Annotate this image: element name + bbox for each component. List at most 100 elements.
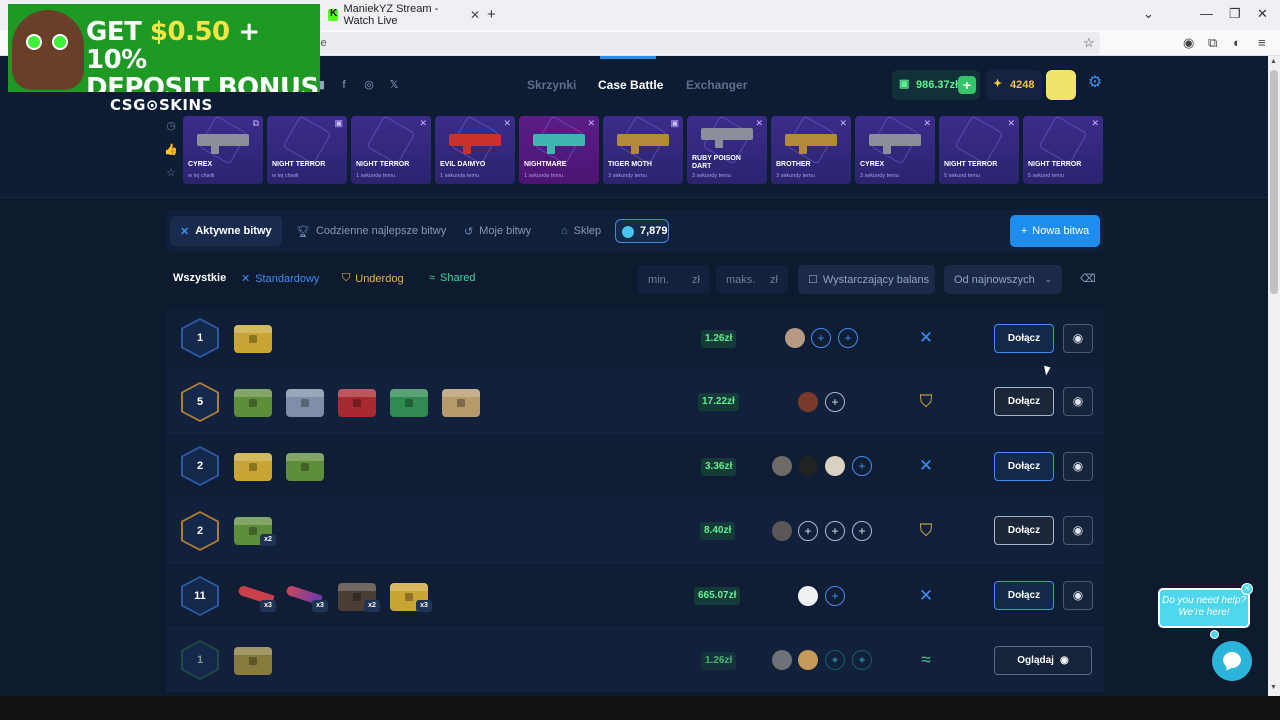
player-avatar bbox=[798, 650, 818, 670]
help-bubble[interactable]: Do you need help? We're here! bbox=[1158, 588, 1250, 628]
watch-battle-button[interactable]: Oglądaj ◉ bbox=[994, 646, 1092, 675]
promo-banner[interactable]: GET $0.50 + 10% DEPOSIT BONUS bbox=[8, 4, 320, 92]
clear-filters-eraser-icon[interactable]: ⌫ bbox=[1080, 272, 1096, 285]
user-avatar[interactable] bbox=[1046, 70, 1076, 100]
nav-case-battle[interactable]: Case Battle bbox=[598, 78, 663, 92]
url-bar[interactable]: le bbox=[300, 32, 1100, 54]
join-slot-button[interactable]: + bbox=[852, 456, 872, 476]
toggle-label: Wystarczający balans bbox=[822, 273, 930, 286]
sort-dropdown[interactable]: Od najnowszych ⌄ bbox=[944, 265, 1062, 294]
help-line1: Do you need help? bbox=[1162, 595, 1246, 606]
watch-eye-icon[interactable]: ◉ bbox=[1063, 581, 1093, 610]
item-multiplier: x3 bbox=[312, 600, 328, 612]
drop-card[interactable]: ✕ NIGHT TERROR 1 sekundę temu bbox=[351, 116, 431, 184]
filter-all[interactable]: Wszystkie bbox=[173, 272, 226, 284]
level-value: 1 bbox=[196, 654, 204, 666]
drop-name: NIGHT TERROR bbox=[944, 161, 998, 168]
tab-my-battles[interactable]: ↺ Moje bitwy bbox=[464, 216, 531, 246]
drop-card[interactable]: ✕ CYREX 3 sekundy temu bbox=[855, 116, 935, 184]
drop-name: NIGHTMARE bbox=[524, 161, 567, 168]
drop-time: 3 sekundy temu bbox=[776, 173, 815, 179]
filter-underdog[interactable]: ⛉ Underdog bbox=[342, 272, 404, 285]
plus-icon: + bbox=[1020, 225, 1028, 237]
x-twitter-icon[interactable]: 𝕏 bbox=[386, 77, 402, 93]
thumbs-up-icon[interactable]: 👍 bbox=[164, 143, 178, 157]
drop-time: 3 sekundy temu bbox=[860, 173, 899, 179]
drop-time: 1 sekundę temu bbox=[524, 173, 564, 179]
facebook-icon[interactable]: f bbox=[336, 77, 352, 93]
join-slot-button[interactable]: + bbox=[852, 521, 872, 541]
bookmark-star-icon[interactable]: ☆ bbox=[1083, 35, 1095, 51]
join-slot-button[interactable]: + bbox=[838, 328, 858, 348]
close-tab-icon[interactable]: ✕ bbox=[470, 8, 480, 22]
minimize-icon[interactable]: — bbox=[1200, 6, 1213, 21]
menu-icon[interactable]: ≡ bbox=[1258, 35, 1266, 50]
gems-balance[interactable]: 7,879 bbox=[615, 219, 669, 243]
drop-time: 3 sekundy temu bbox=[608, 173, 647, 179]
balance-display[interactable]: ▣ 986.37zł + bbox=[892, 70, 980, 100]
join-battle-button[interactable]: Dołącz bbox=[994, 387, 1054, 416]
join-battle-button[interactable]: Dołącz bbox=[994, 581, 1054, 610]
join-slot-button[interactable]: + bbox=[825, 586, 845, 606]
mascot-eye-icon bbox=[26, 34, 42, 50]
case-image bbox=[442, 389, 480, 417]
drop-card[interactable]: ✕ NIGHT TERROR 5 sekund temu bbox=[939, 116, 1019, 184]
join-battle-button[interactable]: Dołącz bbox=[994, 324, 1054, 353]
new-battle-button[interactable]: + Nowa bitwa bbox=[1010, 215, 1100, 247]
min-price-input[interactable]: min. zł bbox=[638, 265, 710, 294]
tab-shop[interactable]: ⌂ Sklep bbox=[561, 216, 601, 246]
settings-gear-icon[interactable]: ⚙ bbox=[1084, 72, 1106, 96]
deposit-plus-button[interactable]: + bbox=[958, 76, 976, 94]
drop-card[interactable]: ✕ NIGHTMARE 1 sekundę temu bbox=[519, 116, 599, 184]
nav-exchanger[interactable]: Exchanger bbox=[686, 78, 747, 92]
star-icon[interactable]: ☆ bbox=[164, 166, 178, 180]
nav-cases[interactable]: Skrzynki bbox=[527, 78, 576, 92]
join-battle-button[interactable]: Dołącz bbox=[994, 516, 1054, 545]
tab-daily-best[interactable]: 🏆︎ Codzienne najlepsze bitwy bbox=[296, 216, 446, 246]
tab-list-chevron-icon[interactable]: ⌄ bbox=[1143, 6, 1154, 22]
scroll-up-arrow-icon[interactable]: ▲ bbox=[1270, 58, 1277, 65]
scrollbar-thumb[interactable] bbox=[1270, 70, 1278, 294]
drop-card[interactable]: ⧉ CYREX w tej chwili bbox=[183, 116, 263, 184]
account-icon[interactable]: ◉ bbox=[1183, 35, 1194, 51]
instagram-icon[interactable]: ◎ bbox=[361, 77, 377, 93]
case-image bbox=[234, 325, 272, 353]
watch-eye-icon[interactable]: ◉ bbox=[1063, 516, 1093, 545]
browser-tab[interactable]: ManiekYZ Stream - Watch Live ✕ bbox=[328, 3, 480, 27]
coins-display[interactable]: ✦ 4248 bbox=[986, 70, 1042, 100]
join-slot-button[interactable]: + bbox=[825, 392, 845, 412]
drop-card[interactable]: ✕ RUBY POISON DART 3 sekundy temu bbox=[687, 116, 767, 184]
drop-card[interactable]: ▣ NIGHT TERROR w tej chwili bbox=[267, 116, 347, 184]
join-slot-button[interactable]: + bbox=[825, 521, 845, 541]
clock-icon[interactable]: ◷ bbox=[164, 119, 178, 133]
close-window-icon[interactable]: ✕ bbox=[1257, 6, 1268, 22]
swords-icon: ✕ bbox=[180, 225, 190, 238]
drop-card[interactable]: ✕ NIGHT TERROR 5 sekund temu bbox=[1023, 116, 1103, 184]
mascot-eye-icon bbox=[52, 34, 68, 50]
join-slot-button[interactable]: + bbox=[811, 328, 831, 348]
drop-card[interactable]: ✕ EVIL DAIMYO 1 sekundę temu bbox=[435, 116, 515, 184]
shared-icon: ≈ bbox=[429, 272, 436, 284]
tab-active-battles[interactable]: ✕ Aktywne bitwy bbox=[170, 216, 282, 246]
watch-eye-icon[interactable]: ◉ bbox=[1063, 387, 1093, 416]
drop-card[interactable]: ▣ TIGER MOTH 3 sekundy temu bbox=[603, 116, 683, 184]
watch-eye-icon[interactable]: ◉ bbox=[1063, 452, 1093, 481]
join-slot-button[interactable]: + bbox=[798, 521, 818, 541]
drop-card[interactable]: ✕ BROTHER 3 sekundy temu bbox=[771, 116, 851, 184]
battle-icon: ✕ bbox=[419, 118, 427, 128]
chat-bubble-icon[interactable] bbox=[1212, 641, 1252, 681]
extensions-icon[interactable]: ⧉ bbox=[1208, 35, 1217, 51]
filter-shared[interactable]: ≈ Shared bbox=[429, 272, 476, 284]
new-tab-icon[interactable]: + bbox=[487, 6, 496, 23]
watch-eye-icon[interactable]: ◉ bbox=[1063, 324, 1093, 353]
join-battle-button[interactable]: Dołącz bbox=[994, 452, 1054, 481]
filter-standard[interactable]: ✕ Standardowy bbox=[241, 272, 319, 286]
restore-icon[interactable]: ❐ bbox=[1229, 6, 1241, 22]
player-avatar bbox=[798, 456, 818, 476]
profile-icon[interactable]: ◐ bbox=[1233, 35, 1241, 50]
max-price-input[interactable]: maks. zł bbox=[716, 265, 788, 294]
help-close-icon[interactable]: ✕ bbox=[1241, 583, 1253, 595]
scroll-down-arrow-icon[interactable]: ▼ bbox=[1270, 684, 1277, 691]
enough-balance-toggle[interactable]: ☐ Wystarczający balans bbox=[798, 265, 935, 294]
drop-time: w tej chwili bbox=[272, 173, 299, 179]
